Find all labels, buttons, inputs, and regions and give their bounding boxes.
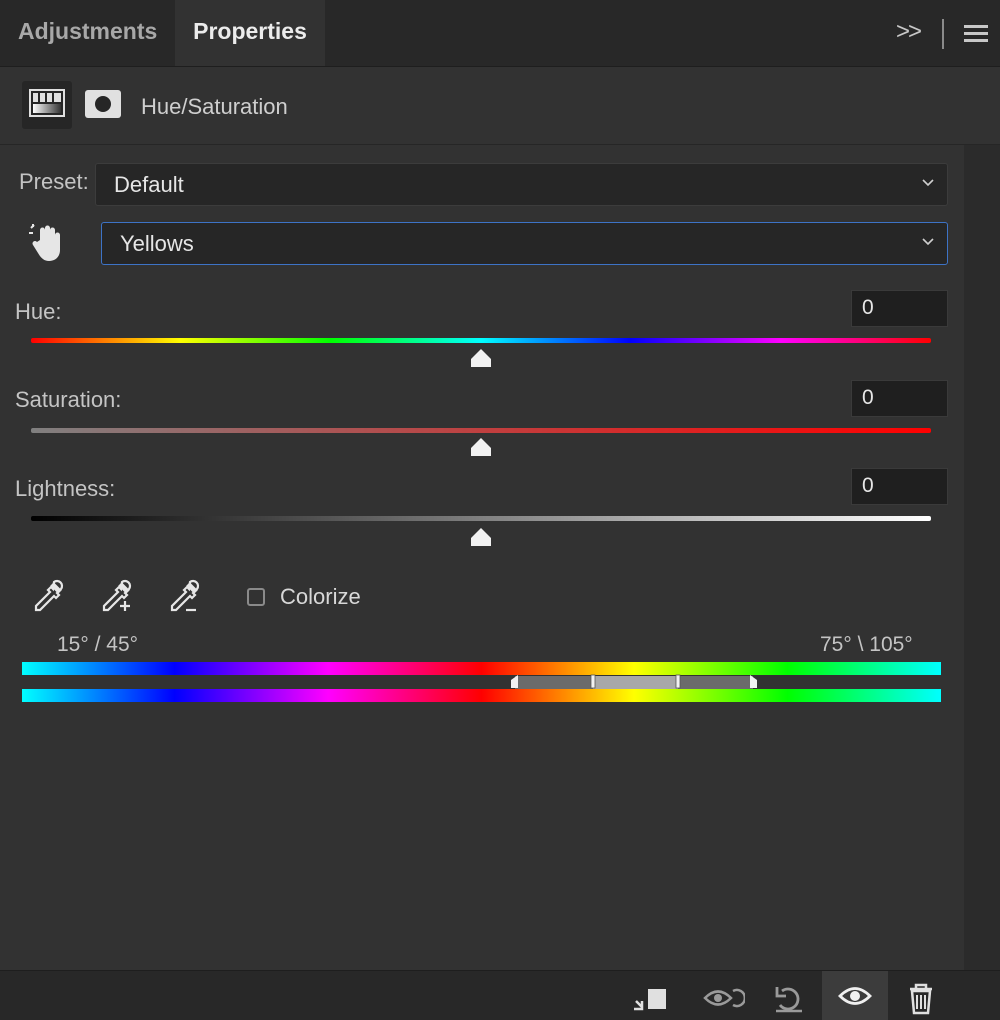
saturation-slider-track[interactable] — [31, 428, 931, 433]
eyedropper-subtract-icon[interactable] — [164, 578, 202, 616]
tab-adjustments[interactable]: Adjustments — [18, 0, 157, 66]
tab-properties[interactable]: Properties — [175, 0, 325, 66]
channel-select[interactable]: Yellows — [101, 222, 948, 265]
right-falloff-handle[interactable] — [749, 674, 759, 689]
preset-value: Default — [114, 172, 184, 197]
chevron-down-icon — [922, 238, 934, 246]
layer-mask-icon[interactable] — [84, 89, 122, 119]
panel-bottom-bar — [0, 970, 1000, 1020]
properties-header: Hue/Saturation — [0, 67, 1000, 145]
colorize-label: Colorize — [280, 584, 361, 609]
channel-value: Yellows — [120, 231, 194, 256]
hue-saturation-adjustment-icon[interactable] — [22, 81, 72, 129]
collapse-panel-icon[interactable]: >> — [896, 18, 922, 46]
clip-to-layer-icon[interactable] — [634, 981, 668, 1015]
hue-input[interactable]: 0 — [851, 290, 948, 327]
colorize-checkbox[interactable] — [247, 588, 265, 606]
reset-icon[interactable] — [772, 981, 806, 1015]
range-right-values: 75° \ 105° — [820, 633, 913, 656]
lightness-slider-track[interactable] — [31, 516, 931, 521]
left-falloff-handle[interactable] — [509, 674, 519, 689]
right-range-handle[interactable] — [673, 674, 683, 689]
lightness-slider-thumb[interactable] — [469, 527, 493, 547]
visibility-eye-icon — [838, 987, 872, 1005]
input-color-spectrum — [22, 662, 941, 675]
tab-separator — [942, 19, 944, 49]
view-previous-state-icon[interactable] — [703, 981, 745, 1015]
eyedropper-add-icon[interactable] — [96, 578, 134, 616]
visibility-toggle[interactable] — [822, 971, 888, 1020]
preset-label: Preset: — [19, 169, 89, 194]
preset-select[interactable]: Default — [95, 163, 948, 206]
output-color-spectrum — [22, 689, 941, 702]
saturation-slider-thumb[interactable] — [469, 437, 493, 457]
selected-range-bar[interactable] — [593, 676, 678, 689]
scrollbar-track[interactable] — [964, 145, 1000, 970]
saturation-input[interactable]: 0 — [851, 380, 948, 417]
eyedropper-icon[interactable] — [28, 578, 66, 616]
hue-slider-thumb[interactable] — [469, 348, 493, 368]
delete-trash-icon[interactable] — [904, 981, 938, 1015]
panel-tab-bar: Adjustments Properties >> — [0, 0, 1000, 67]
chevron-down-icon — [922, 179, 934, 187]
hue-slider-track[interactable] — [31, 338, 931, 343]
saturation-label: Saturation: — [15, 387, 122, 412]
lightness-label: Lightness: — [15, 476, 116, 501]
left-range-handle[interactable] — [588, 674, 598, 689]
lightness-input[interactable]: 0 — [851, 468, 948, 505]
adjustment-title: Hue/Saturation — [141, 94, 288, 119]
panel-menu-icon[interactable] — [964, 25, 988, 43]
hue-label: Hue: — [15, 299, 62, 324]
range-left-values: 15° / 45° — [57, 633, 139, 656]
targeted-adjustment-hand-icon[interactable] — [26, 222, 66, 264]
